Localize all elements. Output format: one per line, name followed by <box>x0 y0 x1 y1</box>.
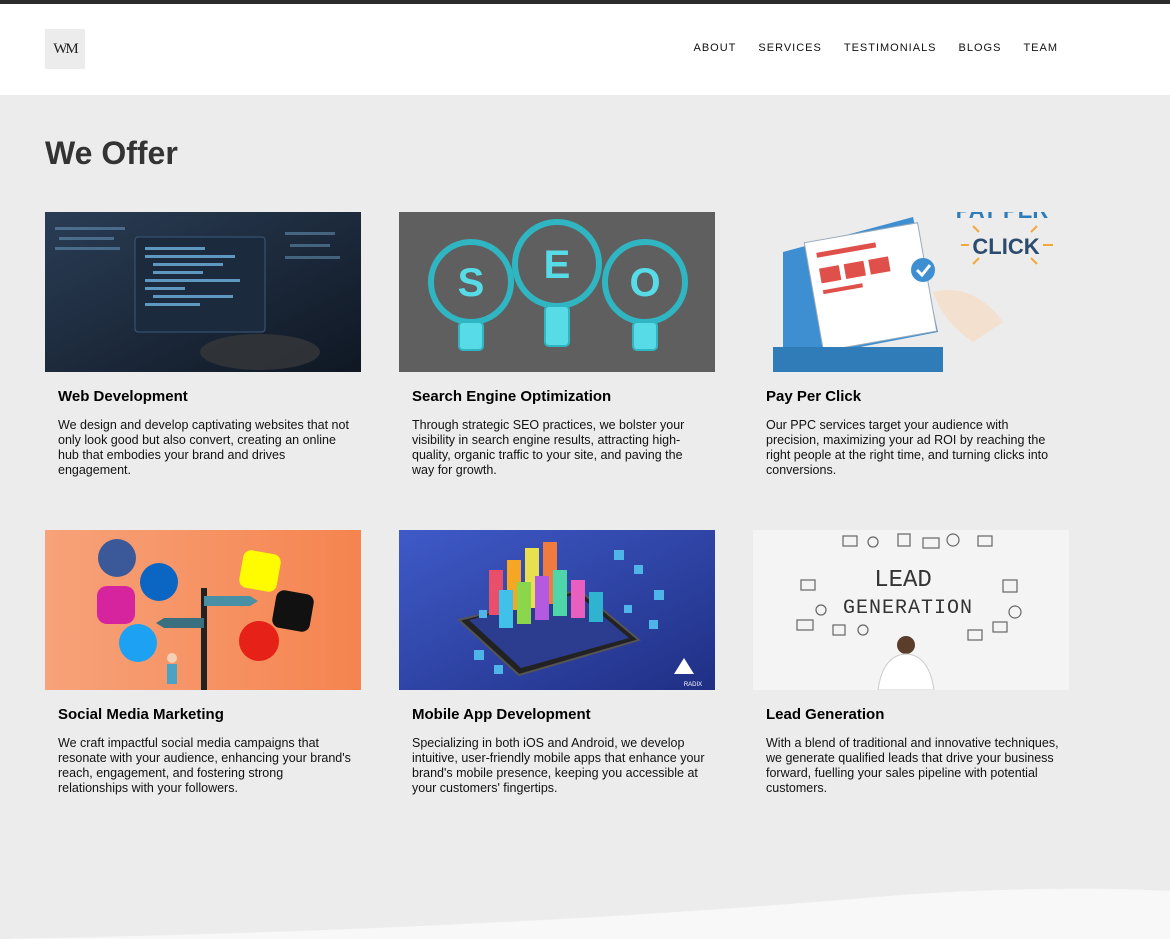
youtube-icon <box>239 621 279 661</box>
seo-letter-e: E <box>544 243 571 287</box>
social-media-image <box>45 530 361 690</box>
logo-text: WM <box>53 40 78 57</box>
service-description: Through strategic SEO practices, we bols… <box>412 418 685 477</box>
service-card-social-media: Social Media Marketing We craft impactfu… <box>45 530 361 796</box>
main-nav: ABOUT SERVICES TESTIMONIALS BLOGS TEAM <box>694 42 1059 54</box>
service-description: We craft impactful social media campaign… <box>58 736 351 795</box>
service-title: Web Development <box>58 388 188 405</box>
service-card-mobile-app: RADIX Mobile App Development Specializin… <box>399 530 715 796</box>
facebook-icon <box>98 539 136 577</box>
snapchat-icon <box>239 550 281 592</box>
instagram-icon <box>97 586 135 624</box>
site-header: WM ABOUT SERVICES TESTIMONIALS BLOGS TEA… <box>0 4 1170 95</box>
app-brand-label: RADIX <box>684 682 702 688</box>
service-title: Lead Generation <box>766 706 885 723</box>
service-title: Social Media Marketing <box>58 706 224 723</box>
tiktok-icon <box>272 590 314 632</box>
ppc-image: PAY PER CLICK <box>753 212 1069 372</box>
linkedin-icon <box>140 563 178 601</box>
service-title: Pay Per Click <box>766 388 862 405</box>
service-card-web-development: Web Development We design and develop ca… <box>45 212 361 478</box>
service-card-seo: S E O Search Engine Optimization Through… <box>399 212 715 478</box>
nav-team[interactable]: TEAM <box>1023 42 1058 54</box>
web-development-image <box>45 212 361 372</box>
mobile-app-image: RADIX <box>399 530 715 690</box>
lead-text-line1: LEAD <box>874 567 932 594</box>
service-description: With a blend of traditional and innovati… <box>766 736 1059 795</box>
nav-blogs[interactable]: BLOGS <box>959 42 1002 54</box>
twitter-icon <box>119 624 157 662</box>
seo-image: S E O <box>399 212 715 372</box>
section-title: We Offer <box>45 135 178 171</box>
lead-generation-image: LEAD GENERATION <box>753 530 1069 690</box>
service-title: Search Engine Optimization <box>412 388 612 405</box>
site-logo[interactable]: WM <box>45 29 85 69</box>
ppc-title-bottom: CLICK <box>972 234 1039 259</box>
service-description: We design and develop captivating websit… <box>58 418 349 477</box>
nav-services[interactable]: SERVICES <box>758 42 821 54</box>
seo-letter-s: S <box>458 261 485 305</box>
service-description: Specializing in both iOS and Android, we… <box>412 736 705 795</box>
service-card-lead-generation: LEAD GENERATION Lead Generation With a b… <box>753 530 1069 796</box>
nav-testimonials[interactable]: TESTIMONIALS <box>844 42 937 54</box>
seo-letter-o: O <box>629 261 660 305</box>
ppc-title-top: PAY PER <box>956 212 1049 223</box>
lead-text-line2: GENERATION <box>843 597 973 620</box>
service-title: Mobile App Development <box>412 706 591 723</box>
service-description: Our PPC services target your audience wi… <box>766 418 1049 477</box>
footer-wave <box>0 888 1170 939</box>
service-card-ppc: PAY PER CLICK Pay Per Click Our PPC serv… <box>753 212 1069 478</box>
nav-about[interactable]: ABOUT <box>694 42 737 54</box>
